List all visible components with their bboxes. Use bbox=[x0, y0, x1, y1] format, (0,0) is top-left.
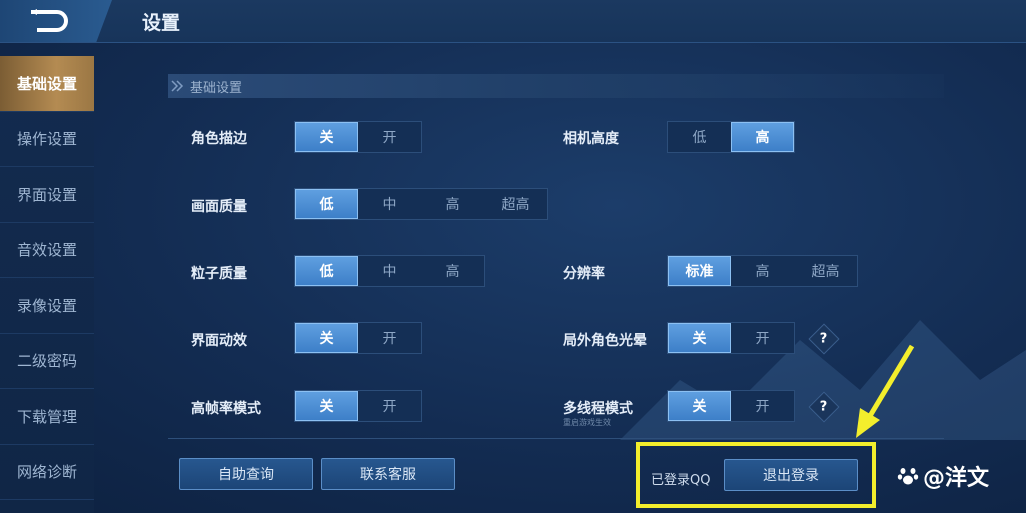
graphics-quality-option-medium[interactable]: 中 bbox=[358, 189, 421, 219]
outside-halo-option-on[interactable]: 开 bbox=[731, 323, 794, 353]
section-header: 基础设置 bbox=[168, 74, 944, 98]
back-arrow-icon bbox=[31, 9, 68, 32]
high-fps-toggle: 关 开 bbox=[294, 390, 422, 422]
graphics-quality-option-ultra[interactable]: 超高 bbox=[484, 189, 547, 219]
sidebar-item-interface[interactable]: 界面设置 bbox=[0, 167, 94, 223]
multithread-toggle: 关 开 bbox=[667, 390, 795, 422]
header-bar: 设置 bbox=[0, 0, 1026, 43]
role-outline-toggle: 关 开 bbox=[294, 121, 422, 153]
paw-icon bbox=[897, 468, 919, 485]
high-fps-label: 高帧率模式 bbox=[191, 401, 261, 417]
ui-effects-option-off[interactable]: 关 bbox=[295, 323, 358, 353]
self-help-button[interactable]: 自助查询 bbox=[179, 458, 313, 490]
resolution-option-ultra[interactable]: 超高 bbox=[794, 256, 857, 286]
ui-effects-option-on[interactable]: 开 bbox=[358, 323, 421, 353]
resolution-label: 分辨率 bbox=[563, 266, 605, 282]
role-outline-label: 角色描边 bbox=[191, 131, 247, 147]
sidebar-item-secondary-password[interactable]: 二级密码 bbox=[0, 334, 94, 389]
outside-halo-option-off[interactable]: 关 bbox=[668, 323, 731, 353]
outside-halo-toggle: 关 开 bbox=[667, 322, 795, 354]
sidebar-item-basic[interactable]: 基础设置 bbox=[0, 56, 94, 112]
high-fps-option-on[interactable]: 开 bbox=[358, 391, 421, 421]
yellow-arrow-icon bbox=[856, 344, 915, 438]
role-outline-option-off[interactable]: 关 bbox=[295, 122, 358, 152]
contact-support-button[interactable]: 联系客服 bbox=[321, 458, 455, 490]
watermark: @洋文 bbox=[897, 460, 989, 492]
ui-effects-toggle: 关 开 bbox=[294, 322, 422, 354]
graphics-quality-option-low[interactable]: 低 bbox=[295, 189, 358, 219]
multithread-label: 多线程模式 bbox=[563, 401, 633, 417]
section-title: 基础设置 bbox=[190, 80, 243, 96]
camera-height-option-low[interactable]: 低 bbox=[668, 122, 731, 152]
sidebar-item-network-diagnosis[interactable]: 网络诊断 bbox=[0, 445, 94, 500]
watermark-text: @洋文 bbox=[923, 466, 990, 491]
help-question-mark: ? bbox=[820, 331, 828, 347]
back-button[interactable] bbox=[0, 0, 112, 42]
role-outline-option-on[interactable]: 开 bbox=[358, 122, 421, 152]
multithread-note: 重启游戏生效 bbox=[563, 418, 611, 427]
high-fps-option-off[interactable]: 关 bbox=[295, 391, 358, 421]
highlight-box bbox=[636, 442, 876, 508]
particle-quality-selector: 低 中 高 bbox=[294, 255, 485, 287]
page-title: 设置 bbox=[142, 12, 181, 34]
particle-quality-label: 粒子质量 bbox=[191, 266, 247, 282]
graphics-quality-label: 画面质量 bbox=[191, 199, 247, 215]
camera-height-label: 相机高度 bbox=[563, 131, 619, 147]
sidebar-item-replay[interactable]: 录像设置 bbox=[0, 278, 94, 334]
double-chevron-icon bbox=[171, 80, 184, 92]
camera-height-option-high[interactable]: 高 bbox=[731, 122, 794, 152]
resolution-option-standard[interactable]: 标准 bbox=[668, 256, 731, 286]
particle-quality-option-high[interactable]: 高 bbox=[421, 256, 484, 286]
sidebar-item-audio[interactable]: 音效设置 bbox=[0, 223, 94, 278]
resolution-selector: 标准 高 超高 bbox=[667, 255, 858, 287]
graphics-quality-selector: 低 中 高 超高 bbox=[294, 188, 548, 220]
multithread-option-off[interactable]: 关 bbox=[668, 391, 731, 421]
multithread-option-on[interactable]: 开 bbox=[731, 391, 794, 421]
camera-height-toggle: 低 高 bbox=[667, 121, 795, 153]
particle-quality-option-medium[interactable]: 中 bbox=[358, 256, 421, 286]
resolution-option-high[interactable]: 高 bbox=[731, 256, 794, 286]
particle-quality-option-low[interactable]: 低 bbox=[295, 256, 358, 286]
ui-effects-label: 界面动效 bbox=[191, 333, 247, 349]
sidebar-item-controls[interactable]: 操作设置 bbox=[0, 112, 94, 167]
settings-sidebar: 基础设置 操作设置 界面设置 音效设置 录像设置 二级密码 下载管理 网络诊断 bbox=[0, 56, 94, 513]
outside-halo-label: 局外角色光晕 bbox=[563, 333, 647, 349]
graphics-quality-option-high[interactable]: 高 bbox=[421, 189, 484, 219]
sidebar-item-downloads[interactable]: 下载管理 bbox=[0, 389, 94, 445]
help-question-mark: ? bbox=[820, 399, 828, 415]
